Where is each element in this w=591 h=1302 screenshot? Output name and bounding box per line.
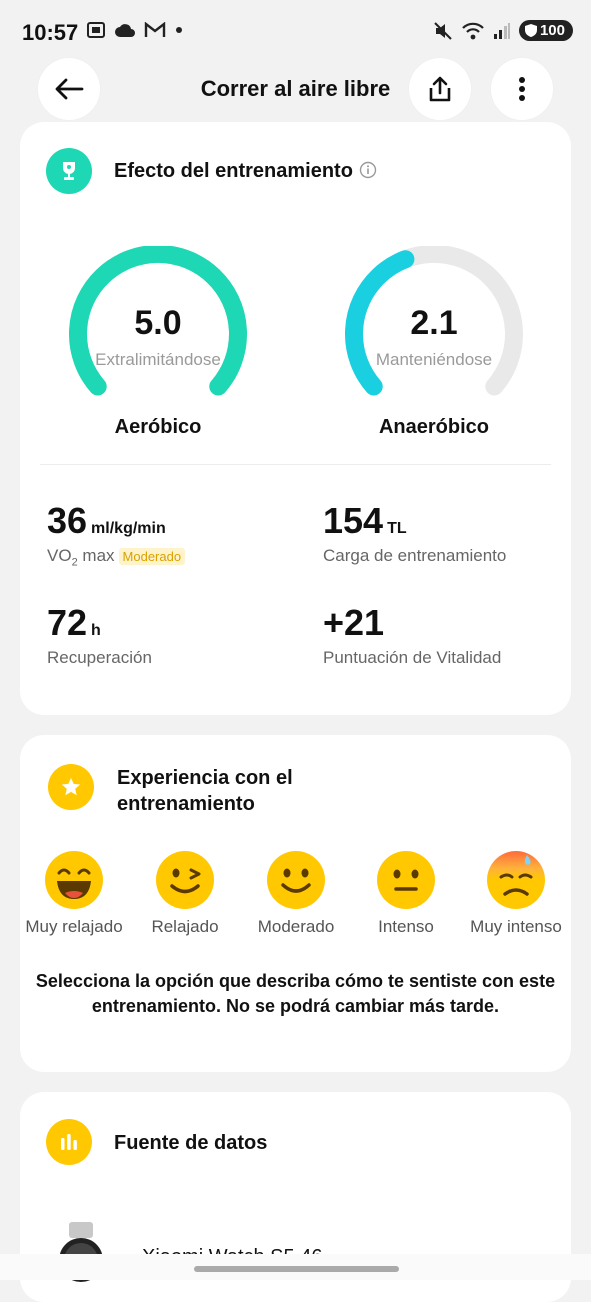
screenshot-icon — [87, 22, 105, 38]
share-button[interactable] — [409, 58, 471, 120]
battery-level: 100 — [539, 22, 565, 39]
aerobic-value: 5.0 — [134, 304, 182, 342]
option-label: Relajado — [151, 917, 219, 936]
bar-chart-icon — [46, 1119, 92, 1165]
more-vert-icon — [519, 77, 525, 101]
signal-icon — [493, 22, 510, 39]
info-icon[interactable] — [359, 161, 377, 179]
status-right-icons: 100 — [433, 20, 573, 41]
sweating-face-icon — [487, 851, 545, 909]
experience-option-moderate[interactable]: Moderado — [236, 851, 356, 937]
cloud-icon — [115, 24, 135, 37]
aerobic-status: Extralimitándose — [95, 350, 221, 369]
option-label: Moderado — [257, 917, 335, 936]
experience-card: Experiencia con el entrenamiento Muy rel… — [20, 735, 571, 1072]
vo2max-metric: 36 ml/kg/min VO2 max Moderado — [47, 500, 186, 568]
experience-option-very-intense[interactable]: Muy intenso — [456, 851, 576, 937]
neutral-face-icon — [377, 851, 435, 909]
trophy-icon — [46, 148, 92, 194]
status-time: 10:57 — [22, 20, 79, 45]
vo2max-label: VO2 max Moderado — [47, 546, 186, 568]
experience-option-very-relaxed[interactable]: Muy relajado — [14, 851, 134, 937]
vitality-metric: +21 Puntuación de Vitalidad — [323, 602, 501, 668]
battery-indicator: 100 — [518, 20, 573, 41]
gmail-icon — [144, 22, 166, 37]
vo2max-level-badge: Moderado — [118, 548, 186, 565]
divider — [40, 464, 551, 465]
vitality-value: +21 — [323, 602, 385, 643]
recovery-label: Recuperación — [47, 648, 152, 667]
training-effect-card: Efecto del entrenamiento 5.0 Extralimitá… — [20, 122, 571, 715]
anaerobic-status: Manteniéndose — [375, 350, 493, 369]
mute-icon — [434, 21, 452, 40]
star-icon — [48, 764, 94, 810]
top-app-bar: Correr al aire libre — [0, 56, 591, 122]
anaerobic-gauge: 2.1 Manteniéndose Anaeróbico — [334, 246, 534, 438]
smiling-face-icon — [267, 851, 325, 909]
training-load-metric: 154 TL Carga de entrenamiento — [323, 500, 506, 566]
training-load-value: 154 — [323, 500, 384, 541]
status-left-icons — [86, 21, 184, 39]
training-load-label: Carga de entrenamiento — [323, 546, 507, 565]
data-source-title: Fuente de datos — [114, 1132, 268, 1154]
experience-title: Experiencia con el entrenamiento — [117, 767, 293, 815]
vo2max-value: 36 — [47, 500, 88, 541]
recovery-unit: h — [91, 622, 101, 639]
experience-notice: Selecciona la opción que describa cómo t… — [35, 971, 556, 1016]
anaerobic-label: Anaeróbico — [378, 416, 490, 438]
share-icon — [429, 76, 451, 102]
experience-option-intense[interactable]: Intenso — [346, 851, 466, 937]
option-label: Muy intenso — [470, 917, 562, 936]
more-options-button[interactable] — [491, 58, 553, 120]
wifi-icon — [462, 22, 484, 39]
recovery-value: 72 — [47, 602, 88, 643]
option-label: Intenso — [378, 917, 434, 936]
vitality-label: Puntuación de Vitalidad — [323, 648, 502, 667]
shield-icon — [524, 24, 537, 37]
winking-face-icon — [156, 851, 214, 909]
dot-icon — [176, 27, 182, 33]
home-indicator[interactable] — [194, 1266, 399, 1272]
training-load-unit: TL — [387, 520, 407, 537]
aerobic-label: Aeróbico — [114, 416, 202, 438]
option-label: Muy relajado — [25, 917, 123, 936]
grinning-face-icon — [45, 851, 103, 909]
anaerobic-value: 2.1 — [410, 304, 458, 342]
aerobic-gauge: 5.0 Extralimitándose Aeróbico — [58, 246, 258, 438]
vo2max-unit: ml/kg/min — [91, 520, 166, 537]
experience-option-relaxed[interactable]: Relajado — [125, 851, 245, 937]
training-effect-title: Efecto del entrenamiento — [114, 158, 377, 184]
recovery-metric: 72 h Recuperación — [47, 602, 152, 668]
